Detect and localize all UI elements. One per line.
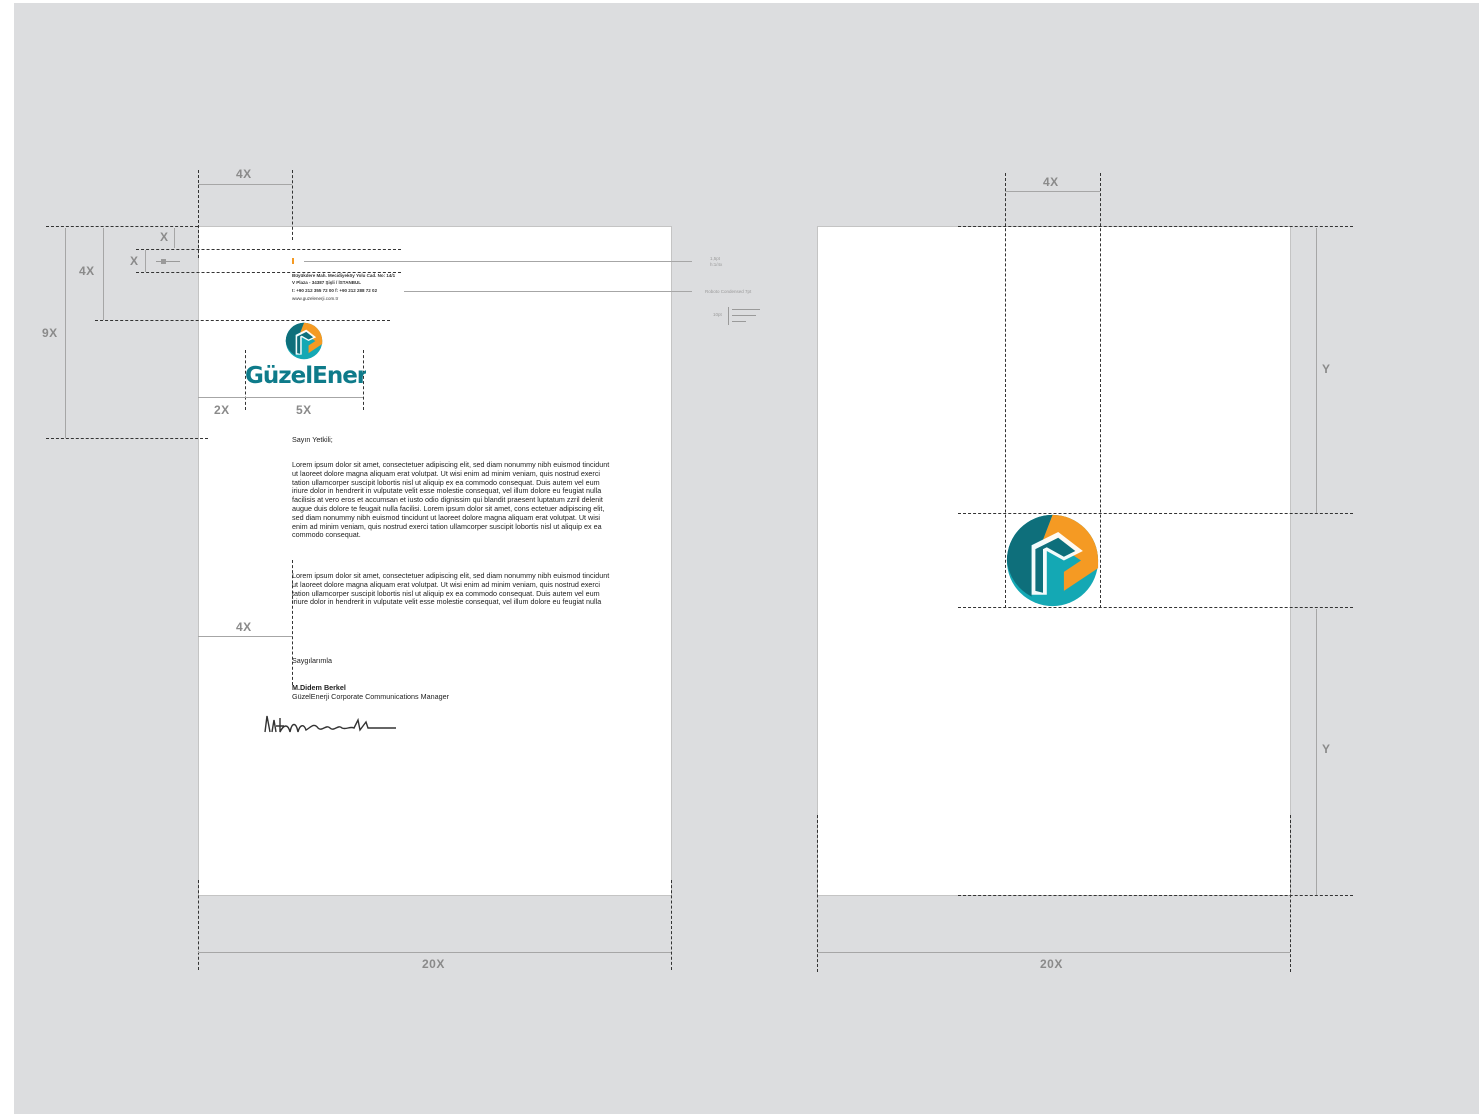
callout-rule-line [304,261,692,262]
dim-x-top-label: X [160,230,169,244]
dim-2x-line [198,397,245,398]
dim-4x-side-line [103,228,104,320]
dim-9x-label: 9X [42,326,58,340]
signer-title: GüzelEnerji Corporate Communications Man… [292,692,449,701]
letter-paragraph-2: Lorem ipsum dolor sit amet, consectetuer… [292,571,610,607]
guide-right-logo-right [1100,173,1101,608]
guide-4x [95,320,390,321]
dim-2x-label: 2X [214,403,230,417]
dim-right-lower-y-label: Y [1322,742,1331,756]
guide-top [46,226,198,227]
dim-x-side-line [145,250,146,272]
letterhead-sheet [198,226,672,896]
letter-closing: Saygılarımla [292,656,332,665]
dim-margin-4x-line [198,636,292,637]
dim-right-lower-y-line [1316,609,1317,895]
dim-right-upper-y-label: Y [1322,362,1331,376]
dim-5x-line [245,397,363,398]
annotation-font: Roboto Condensed 7pt [705,289,752,294]
guzelenerji-logo-icon-large [1006,514,1099,607]
dim-x-top-line [174,228,175,248]
dim-x-side-label: X [130,254,139,268]
annotation-rule-ratio: h:1/4x [710,262,723,267]
address-line-4: www.guzelenerji.com.tr [292,296,339,301]
guide-right-top [958,226,1353,227]
guide-right-sheet-right [1290,815,1291,972]
guide-rule-top [136,249,401,250]
letter-paragraph-1: Lorem ipsum dolor sit amet, consectetuer… [292,460,610,540]
guide-bottom-left [198,880,199,970]
dim-top-4x-line [198,184,292,185]
guzelenerji-wordmark: GüzelEnerji [245,363,366,389]
orange-rule-mark [292,258,294,264]
guzelenerji-logo-icon [285,322,323,360]
guide-9x [46,438,208,439]
size-lines-icon [728,307,760,325]
dim-right-20x-label: 20X [1040,957,1063,971]
dim-bottom-20x-line [198,952,671,953]
address-line-2: V Plaza - 34387 Şişli / İSTANBUL [292,280,361,285]
dim-top-4x-label: 4X [236,167,252,181]
address-line-3: t: +90 212 355 72 00 f: +90 212 288 72 0… [292,288,378,293]
rule-marker-icon [156,259,180,264]
guide-right-bottom [958,895,1353,896]
dim-right-20x-line [817,952,1290,953]
dim-5x-label: 5X [296,403,312,417]
signature [264,715,396,733]
dim-bottom-20x-label: 20X [422,957,445,971]
address-line-1: Büyükdere Mah. Mecidiyeköy Yolu Cad. No:… [292,273,396,278]
dim-right-4x-line [1005,191,1100,192]
dim-4x-side-label: 4X [79,264,95,278]
dim-margin-4x-label: 4X [236,620,252,634]
callout-font-line [404,291,692,292]
letter-salutation: Sayın Yetkili; [292,435,333,444]
dim-9x-line [65,228,66,438]
annotation-rule-weight: 1,5pt [710,256,721,261]
dim-right-4x-label: 4X [1043,175,1059,189]
guide-bottom-right [671,880,672,970]
guide-right-sheet-left [817,815,818,972]
guide-text-margin [292,170,293,240]
annotation-size: 10pt [713,312,722,317]
dim-right-upper-y-line [1316,228,1317,513]
